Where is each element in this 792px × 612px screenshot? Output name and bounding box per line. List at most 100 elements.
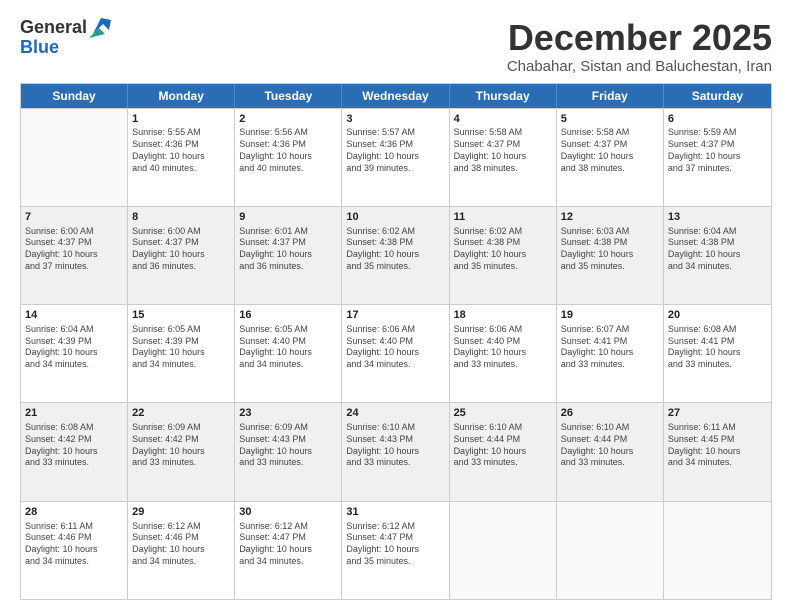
day-info: Sunrise: 6:10 AM Sunset: 4:43 PM Dayligh… xyxy=(346,422,444,469)
day-number: 1 xyxy=(132,112,230,127)
day-number: 31 xyxy=(346,505,444,520)
day-number: 27 xyxy=(668,406,767,421)
calendar-body: 1Sunrise: 5:55 AM Sunset: 4:36 PM Daylig… xyxy=(21,108,771,599)
calendar-header-cell: Wednesday xyxy=(342,84,449,108)
day-info: Sunrise: 6:02 AM Sunset: 4:38 PM Dayligh… xyxy=(454,226,552,273)
day-number: 19 xyxy=(561,308,659,323)
title-block: December 2025 Chabahar, Sistan and Baluc… xyxy=(507,18,772,75)
day-info: Sunrise: 6:06 AM Sunset: 4:40 PM Dayligh… xyxy=(454,324,552,371)
logo: General Blue xyxy=(20,18,111,58)
calendar-cell: 7Sunrise: 6:00 AM Sunset: 4:37 PM Daylig… xyxy=(21,207,128,304)
day-number: 11 xyxy=(454,210,552,225)
day-number: 29 xyxy=(132,505,230,520)
day-number: 18 xyxy=(454,308,552,323)
day-info: Sunrise: 5:55 AM Sunset: 4:36 PM Dayligh… xyxy=(132,127,230,174)
day-info: Sunrise: 5:58 AM Sunset: 4:37 PM Dayligh… xyxy=(454,127,552,174)
calendar-header-cell: Sunday xyxy=(21,84,128,108)
day-number: 21 xyxy=(25,406,123,421)
calendar-cell: 11Sunrise: 6:02 AM Sunset: 4:38 PM Dayli… xyxy=(450,207,557,304)
calendar-header-cell: Thursday xyxy=(450,84,557,108)
logo-icon xyxy=(89,16,111,38)
calendar-cell: 6Sunrise: 5:59 AM Sunset: 4:37 PM Daylig… xyxy=(664,109,771,206)
day-info: Sunrise: 6:00 AM Sunset: 4:37 PM Dayligh… xyxy=(132,226,230,273)
day-info: Sunrise: 6:10 AM Sunset: 4:44 PM Dayligh… xyxy=(561,422,659,469)
calendar-cell: 19Sunrise: 6:07 AM Sunset: 4:41 PM Dayli… xyxy=(557,305,664,402)
calendar-week: 7Sunrise: 6:00 AM Sunset: 4:37 PM Daylig… xyxy=(21,206,771,304)
day-number: 3 xyxy=(346,112,444,127)
day-info: Sunrise: 5:57 AM Sunset: 4:36 PM Dayligh… xyxy=(346,127,444,174)
day-info: Sunrise: 6:08 AM Sunset: 4:42 PM Dayligh… xyxy=(25,422,123,469)
day-info: Sunrise: 6:08 AM Sunset: 4:41 PM Dayligh… xyxy=(668,324,767,371)
day-info: Sunrise: 6:09 AM Sunset: 4:43 PM Dayligh… xyxy=(239,422,337,469)
calendar-cell: 25Sunrise: 6:10 AM Sunset: 4:44 PM Dayli… xyxy=(450,403,557,500)
calendar-cell xyxy=(664,502,771,599)
day-info: Sunrise: 6:01 AM Sunset: 4:37 PM Dayligh… xyxy=(239,226,337,273)
day-info: Sunrise: 6:03 AM Sunset: 4:38 PM Dayligh… xyxy=(561,226,659,273)
day-number: 16 xyxy=(239,308,337,323)
calendar-cell: 13Sunrise: 6:04 AM Sunset: 4:38 PM Dayli… xyxy=(664,207,771,304)
calendar-cell: 29Sunrise: 6:12 AM Sunset: 4:46 PM Dayli… xyxy=(128,502,235,599)
calendar-cell: 15Sunrise: 6:05 AM Sunset: 4:39 PM Dayli… xyxy=(128,305,235,402)
calendar-cell: 23Sunrise: 6:09 AM Sunset: 4:43 PM Dayli… xyxy=(235,403,342,500)
calendar-week: 28Sunrise: 6:11 AM Sunset: 4:46 PM Dayli… xyxy=(21,501,771,599)
calendar-cell: 24Sunrise: 6:10 AM Sunset: 4:43 PM Dayli… xyxy=(342,403,449,500)
day-info: Sunrise: 6:10 AM Sunset: 4:44 PM Dayligh… xyxy=(454,422,552,469)
calendar-cell: 30Sunrise: 6:12 AM Sunset: 4:47 PM Dayli… xyxy=(235,502,342,599)
month-title: December 2025 xyxy=(507,18,772,58)
calendar-cell: 22Sunrise: 6:09 AM Sunset: 4:42 PM Dayli… xyxy=(128,403,235,500)
day-info: Sunrise: 6:12 AM Sunset: 4:46 PM Dayligh… xyxy=(132,521,230,568)
day-info: Sunrise: 6:11 AM Sunset: 4:46 PM Dayligh… xyxy=(25,521,123,568)
day-number: 6 xyxy=(668,112,767,127)
calendar-header-cell: Friday xyxy=(557,84,664,108)
day-number: 22 xyxy=(132,406,230,421)
day-info: Sunrise: 6:00 AM Sunset: 4:37 PM Dayligh… xyxy=(25,226,123,273)
day-number: 5 xyxy=(561,112,659,127)
day-number: 9 xyxy=(239,210,337,225)
calendar-cell: 14Sunrise: 6:04 AM Sunset: 4:39 PM Dayli… xyxy=(21,305,128,402)
calendar-cell: 12Sunrise: 6:03 AM Sunset: 4:38 PM Dayli… xyxy=(557,207,664,304)
calendar-cell: 5Sunrise: 5:58 AM Sunset: 4:37 PM Daylig… xyxy=(557,109,664,206)
calendar-cell: 3Sunrise: 5:57 AM Sunset: 4:36 PM Daylig… xyxy=(342,109,449,206)
calendar-cell: 26Sunrise: 6:10 AM Sunset: 4:44 PM Dayli… xyxy=(557,403,664,500)
day-number: 24 xyxy=(346,406,444,421)
logo-general-text: General xyxy=(20,18,87,38)
day-info: Sunrise: 6:06 AM Sunset: 4:40 PM Dayligh… xyxy=(346,324,444,371)
day-number: 23 xyxy=(239,406,337,421)
calendar-cell xyxy=(450,502,557,599)
calendar-cell: 2Sunrise: 5:56 AM Sunset: 4:36 PM Daylig… xyxy=(235,109,342,206)
calendar-cell: 10Sunrise: 6:02 AM Sunset: 4:38 PM Dayli… xyxy=(342,207,449,304)
day-info: Sunrise: 6:04 AM Sunset: 4:39 PM Dayligh… xyxy=(25,324,123,371)
calendar-cell xyxy=(21,109,128,206)
calendar-cell: 28Sunrise: 6:11 AM Sunset: 4:46 PM Dayli… xyxy=(21,502,128,599)
calendar-cell: 17Sunrise: 6:06 AM Sunset: 4:40 PM Dayli… xyxy=(342,305,449,402)
calendar-week: 14Sunrise: 6:04 AM Sunset: 4:39 PM Dayli… xyxy=(21,304,771,402)
day-info: Sunrise: 6:12 AM Sunset: 4:47 PM Dayligh… xyxy=(239,521,337,568)
day-info: Sunrise: 5:59 AM Sunset: 4:37 PM Dayligh… xyxy=(668,127,767,174)
day-info: Sunrise: 6:12 AM Sunset: 4:47 PM Dayligh… xyxy=(346,521,444,568)
calendar-cell: 18Sunrise: 6:06 AM Sunset: 4:40 PM Dayli… xyxy=(450,305,557,402)
calendar-cell: 9Sunrise: 6:01 AM Sunset: 4:37 PM Daylig… xyxy=(235,207,342,304)
calendar-cell: 31Sunrise: 6:12 AM Sunset: 4:47 PM Dayli… xyxy=(342,502,449,599)
day-info: Sunrise: 6:07 AM Sunset: 4:41 PM Dayligh… xyxy=(561,324,659,371)
calendar-cell: 20Sunrise: 6:08 AM Sunset: 4:41 PM Dayli… xyxy=(664,305,771,402)
day-number: 30 xyxy=(239,505,337,520)
day-info: Sunrise: 6:02 AM Sunset: 4:38 PM Dayligh… xyxy=(346,226,444,273)
calendar-week: 1Sunrise: 5:55 AM Sunset: 4:36 PM Daylig… xyxy=(21,108,771,206)
day-info: Sunrise: 6:05 AM Sunset: 4:39 PM Dayligh… xyxy=(132,324,230,371)
calendar-header-cell: Saturday xyxy=(664,84,771,108)
subtitle: Chabahar, Sistan and Baluchestan, Iran xyxy=(507,58,772,75)
day-info: Sunrise: 6:05 AM Sunset: 4:40 PM Dayligh… xyxy=(239,324,337,371)
day-number: 15 xyxy=(132,308,230,323)
day-number: 26 xyxy=(561,406,659,421)
day-number: 28 xyxy=(25,505,123,520)
day-info: Sunrise: 6:11 AM Sunset: 4:45 PM Dayligh… xyxy=(668,422,767,469)
day-number: 13 xyxy=(668,210,767,225)
day-number: 10 xyxy=(346,210,444,225)
day-info: Sunrise: 6:09 AM Sunset: 4:42 PM Dayligh… xyxy=(132,422,230,469)
day-number: 4 xyxy=(454,112,552,127)
day-number: 17 xyxy=(346,308,444,323)
calendar-week: 21Sunrise: 6:08 AM Sunset: 4:42 PM Dayli… xyxy=(21,402,771,500)
day-info: Sunrise: 5:58 AM Sunset: 4:37 PM Dayligh… xyxy=(561,127,659,174)
calendar-header-cell: Tuesday xyxy=(235,84,342,108)
calendar-cell xyxy=(557,502,664,599)
